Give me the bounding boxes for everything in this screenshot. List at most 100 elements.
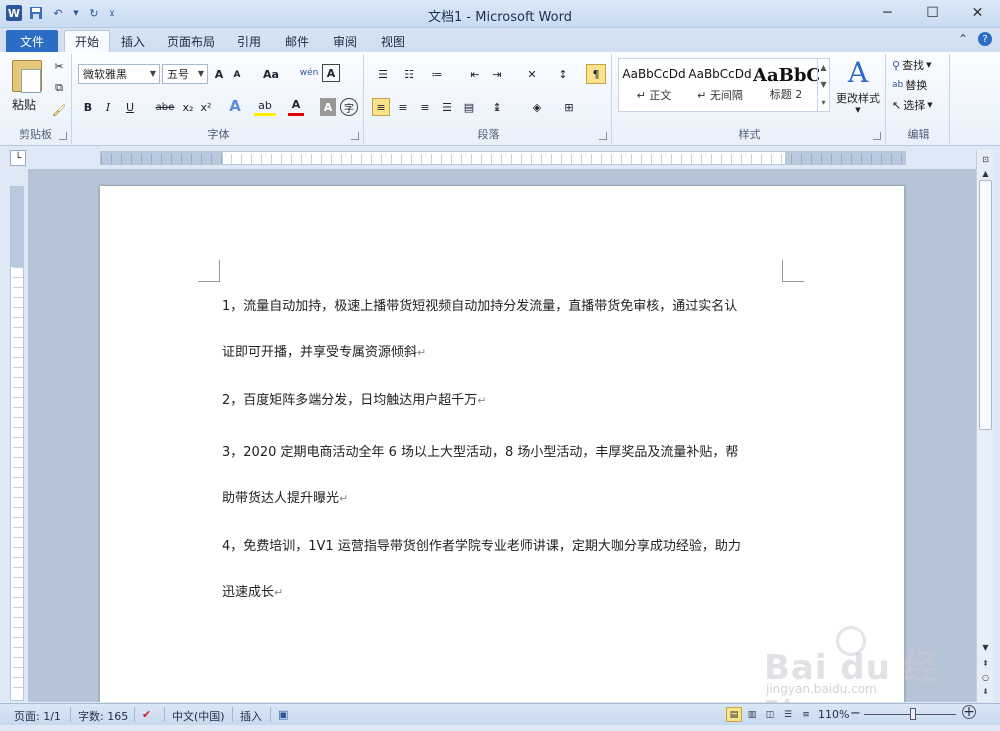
chinese-layout-icon[interactable]: ✕ <box>520 66 544 82</box>
strikethrough-button[interactable]: abe <box>154 98 176 116</box>
text-effects-button[interactable]: A <box>226 96 244 116</box>
print-layout-view-icon[interactable]: ▤ <box>726 707 742 722</box>
phonetic-guide-button[interactable]: wén <box>300 64 319 82</box>
underline-button[interactable]: U <box>122 98 138 116</box>
format-painter-icon[interactable]: 🖌 <box>50 102 68 118</box>
borders-icon[interactable]: ⊞ <box>558 98 580 116</box>
align-right-icon[interactable]: ≡ <box>416 98 434 116</box>
word-count[interactable]: 字数: 165 <box>78 708 128 724</box>
web-layout-view-icon[interactable]: ◫ <box>762 707 778 722</box>
select-button[interactable]: ↖ 选择 ▼ <box>892 96 933 114</box>
paragraph-4[interactable]: 4，免费培训，1V1 运营指导带货创作者学院专业老师讲课，定期大咖分享成功经验，… <box>222 524 792 616</box>
align-center-icon[interactable]: ≡ <box>394 98 412 116</box>
chevron-up-icon[interactable]: ▲ <box>820 63 826 72</box>
distributed-icon[interactable]: ▤ <box>460 98 478 116</box>
page-count[interactable]: 页面: 1/1 <box>14 708 61 724</box>
outline-view-icon[interactable]: ☰ <box>780 707 796 722</box>
tab-mailings[interactable]: 邮件 <box>276 30 318 52</box>
zoom-level[interactable]: 110% <box>818 708 849 721</box>
multilevel-list-icon[interactable]: ≔ <box>424 66 450 82</box>
tab-home[interactable]: 开始 <box>64 30 110 52</box>
scroll-up-icon[interactable]: ▲ <box>978 166 993 181</box>
close-button[interactable]: ✕ <box>955 0 1000 26</box>
style-normal[interactable]: AaBbCcDd ↵ 正文 <box>621 59 687 111</box>
help-icon[interactable]: ? <box>978 32 992 46</box>
paragraph-1[interactable]: 1，流量自动加持，极速上播带货短视频自动加持分发流量，直播带货免审核，通过实名认… <box>222 284 792 376</box>
copy-icon[interactable]: ⧉ <box>50 80 68 96</box>
zoom-slider-thumb[interactable] <box>910 708 916 720</box>
decrease-indent-icon[interactable]: ⇤ <box>466 66 484 82</box>
paragraph-3[interactable]: 3，2020 定期电商活动全年 6 场以上大型活动，8 场小型活动，丰厚奖品及流… <box>222 430 792 522</box>
highlight-button[interactable]: ab <box>254 98 276 116</box>
tab-selector-icon[interactable]: └ <box>10 150 26 166</box>
horizontal-ruler[interactable] <box>100 151 906 165</box>
paragraph-launcher-icon[interactable] <box>599 132 607 140</box>
paragraph-2[interactable]: 2，百度矩阵多端分发，日均触达用户超千万↵ <box>222 378 792 424</box>
zoom-out-button[interactable]: − <box>850 706 861 721</box>
change-styles-button[interactable]: A 更改样式 ▼ <box>834 56 882 120</box>
tab-page-layout[interactable]: 页面布局 <box>158 30 224 52</box>
char-border-button[interactable]: A <box>322 64 340 82</box>
scroll-down-icon[interactable]: ▼ <box>978 640 993 655</box>
next-page-icon[interactable]: ⇟ <box>978 684 993 699</box>
find-label: 查找 <box>902 59 925 72</box>
macro-record-icon[interactable]: ▣ <box>278 708 288 721</box>
full-screen-view-icon[interactable]: ▥ <box>744 707 760 722</box>
increase-indent-icon[interactable]: ⇥ <box>488 66 506 82</box>
tab-file[interactable]: 文件 <box>6 30 58 52</box>
font-size-select[interactable]: 五号 ▼ <box>162 64 208 84</box>
replace-button[interactable]: ab 替换 <box>892 76 927 94</box>
tab-view[interactable]: 视图 <box>372 30 414 52</box>
tab-insert[interactable]: 插入 <box>112 30 154 52</box>
styles-scroller[interactable]: ▲ ▼ ▾ <box>817 59 829 111</box>
shading-icon[interactable]: ◈ <box>526 98 548 116</box>
tab-review[interactable]: 审阅 <box>324 30 366 52</box>
char-shading-button[interactable]: A <box>320 98 336 116</box>
align-left-icon[interactable]: ≡ <box>372 98 390 116</box>
shrink-font-button[interactable]: A <box>230 68 244 82</box>
tab-references[interactable]: 引用 <box>228 30 270 52</box>
justify-icon[interactable]: ☰ <box>438 98 456 116</box>
maximize-button[interactable]: ☐ <box>910 0 955 26</box>
clipboard-launcher-icon[interactable] <box>59 132 67 140</box>
vertical-scrollbar[interactable]: ⊡ ▲ ▼ ⇞ ○ ⇟ <box>976 150 994 702</box>
proofing-icon[interactable]: ✔ <box>142 708 151 721</box>
style-no-spacing[interactable]: AaBbCcDd ↵ 无间隔 <box>687 59 753 111</box>
subscript-button[interactable]: x₂ <box>180 98 196 116</box>
taskbar-strip <box>0 725 1000 731</box>
italic-button[interactable]: I <box>100 98 116 116</box>
font-launcher-icon[interactable] <box>351 132 359 140</box>
paste-button[interactable]: 粘贴 <box>4 56 44 118</box>
numbering-icon[interactable]: ☷ <box>398 66 420 82</box>
more-icon[interactable]: ▾ <box>821 98 825 107</box>
style-heading-2[interactable]: AaBbC 标题 2 <box>753 59 819 111</box>
document-page[interactable]: 1，流量自动加持，极速上播带货短视频自动加持分发流量，直播带货免审核，通过实名认… <box>100 186 904 702</box>
collapse-ribbon-icon[interactable]: ⌃ <box>958 32 968 46</box>
scroll-thumb[interactable] <box>979 180 992 430</box>
bullets-icon[interactable]: ☰ <box>372 66 394 82</box>
insert-mode[interactable]: 插入 <box>240 708 262 724</box>
zoom-in-button[interactable]: + <box>962 704 976 720</box>
ruler-toggle-icon[interactable]: ⊡ <box>978 152 993 167</box>
find-button[interactable]: ⚲ 查找 ▼ <box>892 56 931 74</box>
show-marks-icon[interactable]: ¶ <box>586 64 606 84</box>
enclose-char-button[interactable]: 字 <box>340 98 358 116</box>
superscript-button[interactable]: x² <box>198 98 214 116</box>
sort-icon[interactable]: ↕ <box>554 66 572 82</box>
styles-launcher-icon[interactable] <box>873 132 881 140</box>
vertical-ruler[interactable] <box>10 186 24 701</box>
language-indicator[interactable]: 中文(中国) <box>172 708 225 724</box>
style-name: ↵ 正文 <box>636 89 672 102</box>
font-color-button[interactable]: A <box>288 96 304 116</box>
minimize-button[interactable]: ─ <box>865 0 910 26</box>
grow-font-button[interactable]: A <box>212 66 226 82</box>
bold-button[interactable]: B <box>80 98 96 116</box>
chevron-down-icon[interactable]: ▼ <box>820 80 826 89</box>
cut-icon[interactable]: ✂ <box>50 58 68 74</box>
font-name-select[interactable]: 微软雅黑 ▼ <box>78 64 160 84</box>
line-spacing-icon[interactable]: ↨ <box>486 98 508 116</box>
prev-page-icon[interactable]: ⇞ <box>978 656 993 671</box>
browse-object-icon[interactable]: ○ <box>978 670 993 685</box>
change-case-button[interactable]: Aa <box>260 66 282 82</box>
draft-view-icon[interactable]: ≡ <box>798 707 814 722</box>
